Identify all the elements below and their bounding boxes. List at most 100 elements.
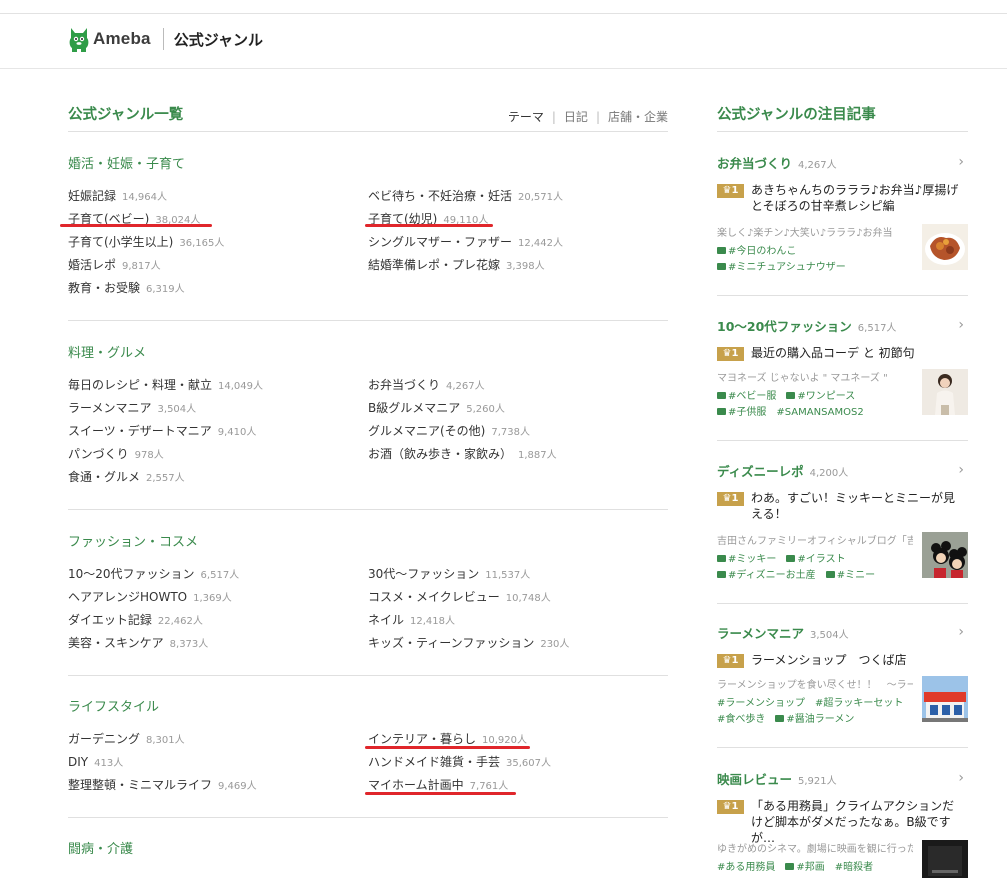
tag[interactable]: #ミッキー [728,554,776,565]
genre-heading[interactable]: 料理・グルメ [68,342,146,361]
crown-rank-badge: ♛1 [717,184,744,198]
crown-rank-badge: ♛1 [717,800,744,814]
genre-item[interactable]: 婚活レポ 9,817人 [68,256,161,274]
divider [717,440,968,441]
tag[interactable]: #ワンピース [797,391,855,402]
article-title[interactable]: ラーメンショップ つくば店 [751,652,966,668]
genre-heading[interactable]: 闘病・介護 [68,838,133,857]
genre-item[interactable]: コスメ・メイクレビュー 10,748人 [368,588,551,606]
article-title[interactable]: わあ。すごい！ミッキーとミニーが見える！ [751,490,966,522]
genre-item[interactable]: B級グルメマニア 5,260人 [368,399,505,417]
tag-icon [825,571,835,578]
article-thumbnail[interactable] [922,224,968,270]
genre-item[interactable]: ネイル 12,418人 [368,611,455,629]
article-thumbnail[interactable] [922,369,968,415]
chevron-right-icon[interactable]: › [958,770,964,786]
genre-item[interactable]: 食通・グルメ 2,557人 [68,468,185,486]
article-thumbnail[interactable] [922,676,968,722]
tag-row: #ある用務員 #邦画 #暗殺者 [717,858,883,873]
tag[interactable]: #ミニチュアシュナウザー [728,262,846,273]
genre-item[interactable]: 美容・スキンケア 8,373人 [68,634,208,652]
genre-item[interactable]: 結婚準備レポ・プレ花嫁 3,398人 [368,256,545,274]
article-thumbnail[interactable] [922,840,968,878]
tag[interactable]: #今日のわんこ [728,246,796,257]
chevron-right-icon[interactable]: › [958,462,964,478]
genre-item[interactable]: シングルマザー・ファザー 12,442人 [368,233,563,251]
article-thumbnail[interactable] [922,532,968,578]
tag[interactable]: #食べ歩き [717,714,765,725]
tag[interactable]: #SAMANSAMOS2 [776,407,863,418]
tag-icon [786,555,796,562]
genre-item[interactable]: グルメマニア(その他) 7,738人 [368,422,530,440]
article-snippet: ラーメンショップを食い尽くせ！！ 〜ラー [717,680,913,691]
featured-title: 公式ジャンルの注目記事 [717,107,876,123]
card-genre[interactable]: ディズニーレポ 4,200人 [717,461,848,480]
card-genre[interactable]: ラーメンマニア 3,504人 [717,623,849,642]
genre-item[interactable]: ダイエット記録 22,462人 [68,611,203,629]
divider [68,320,668,321]
tag-row: #ディズニーお土産 #ミニー [717,566,885,581]
genre-item[interactable]: 30代〜ファッション 11,537人 [368,565,530,583]
tag-icon [775,715,785,722]
divider [68,817,668,818]
divider [717,747,968,748]
genre-heading[interactable]: ライフスタイル [68,696,159,715]
genre-list-title: 公式ジャンル一覧 [68,107,184,123]
tag-row: #食べ歩き #醤油ラーメン [717,710,864,725]
chevron-right-icon[interactable]: › [958,154,964,170]
genre-heading[interactable]: 婚活・妊娠・子育て [68,153,185,172]
genre-item[interactable]: DIY 413人 [68,753,123,771]
tag[interactable]: #醤油ラーメン [786,714,854,725]
card-genre[interactable]: 映画レビュー 5,921人 [717,769,837,788]
chevron-right-icon[interactable]: › [958,317,964,333]
genre-item[interactable]: お弁当づくり 4,267人 [368,376,485,394]
genre-item[interactable]: お酒（飲み歩き・家飲み） 1,887人 [368,445,557,463]
tag[interactable]: #ディズニーお土産 [728,570,816,581]
genre-item[interactable]: ガーデニング 8,301人 [68,730,185,748]
card-genre[interactable]: 10〜20代ファッション 6,517人 [717,316,896,335]
tag[interactable]: #邦画 [796,862,824,873]
header-subtitle[interactable]: 公式ジャンル [174,29,263,50]
genre-item[interactable]: 10〜20代ファッション 6,517人 [68,565,239,583]
article-snippet: 楽しく♪楽チン♪大笑い♪ラララ♪お弁当 [717,228,893,239]
genre-item[interactable]: パンづくり 978人 [68,445,164,463]
tag-row: #ミニチュアシュナウザー [717,258,856,273]
genre-item[interactable]: 妊娠記録 14,964人 [68,187,167,205]
chevron-right-icon[interactable]: › [958,624,964,640]
genre-item[interactable]: ラーメンマニア 3,504人 [68,399,196,417]
genre-heading[interactable]: ファッション・コスメ [68,531,198,550]
tag[interactable]: #超ラッキーセット [815,698,903,709]
genre-item[interactable]: 毎日のレシピ・料理・献立 14,049人 [68,376,263,394]
tab-diary[interactable]: 日記 [564,108,588,125]
article-title[interactable]: 「ある用務員」クライムアクションだけど脚本がダメだったなぁ。B級ですが… [751,798,966,846]
tag-icon [786,392,796,399]
logo-divider [162,28,164,50]
ameba-mascot-icon [69,28,89,52]
genre-item[interactable]: ベビ待ち・不妊治療・妊活 20,571人 [368,187,563,205]
ameba-logo[interactable]: Ameba 公式ジャンル [68,26,263,52]
tag[interactable]: #暗殺者 [835,862,873,873]
article-title[interactable]: 最近の購入品コーデ と 初節句 [751,345,966,361]
tag[interactable]: #ベビー服 [728,391,776,402]
red-underline-annotation [365,792,516,795]
card-genre[interactable]: お弁当づくり 4,267人 [717,153,837,172]
tag[interactable]: #ラーメンショップ [717,698,805,709]
genre-item[interactable]: キッズ・ティーンファッション 230人 [368,634,569,652]
tag[interactable]: #イラスト [797,554,845,565]
genre-item[interactable]: 子育て(小学生以上) 36,165人 [68,233,224,251]
logo-text: Ameba [93,29,151,48]
genre-item[interactable]: ヘアアレンジHOWTO 1,369人 [68,588,232,606]
tab-theme[interactable]: テーマ [508,108,544,125]
article-title[interactable]: あきちゃんちのラララ♪お弁当♪厚揚げとそぼろの甘辛煮レシピ編 [751,182,966,214]
tag-icon [717,571,726,578]
tag-icon [717,408,726,415]
genre-item[interactable]: 教育・お受験 6,319人 [68,279,185,297]
tag[interactable]: #ある用務員 [717,862,775,873]
genre-item[interactable]: スイーツ・デザートマニア 9,410人 [68,422,256,440]
tag[interactable]: #ミニー [837,570,875,581]
tag[interactable]: #子供服 [728,407,766,418]
genre-item[interactable]: ハンドメイド雑貨・手芸 35,607人 [368,753,551,771]
tag-icon [717,247,726,254]
genre-item[interactable]: 整理整頓・ミニマルライフ 9,469人 [68,776,257,794]
tab-shop-company[interactable]: 店舗・企業 [608,108,668,125]
